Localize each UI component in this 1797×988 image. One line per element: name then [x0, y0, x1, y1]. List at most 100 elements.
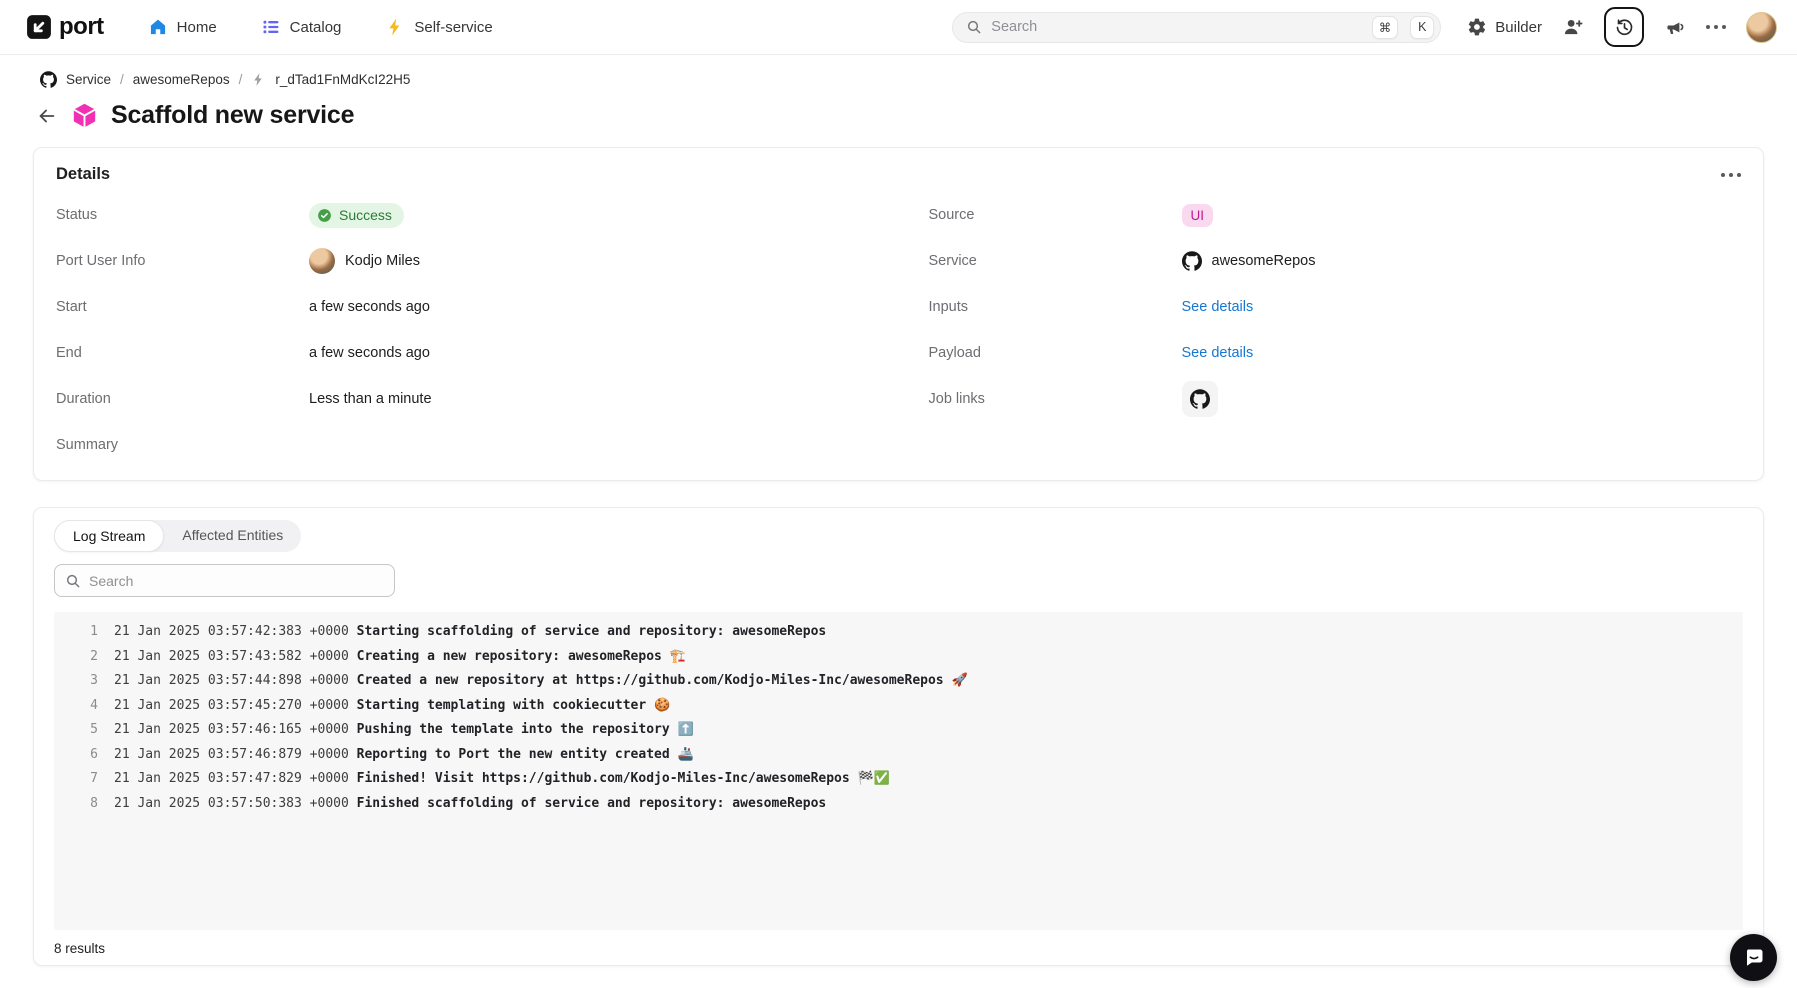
- details-left-column: Status Success Port User Info Kodjo Mile…: [56, 192, 869, 468]
- log-timestamp: 21 Jan 2025 03:57:46:165 +0000: [114, 718, 349, 743]
- log-timestamp: 21 Jan 2025 03:57:44:898 +0000: [114, 669, 349, 694]
- catalog-icon: [261, 17, 281, 37]
- log-line-number: 6: [54, 743, 98, 768]
- search-input[interactable]: [991, 19, 1360, 35]
- log-line: 1 21 Jan 2025 03:57:42:383 +0000 Startin…: [54, 620, 1743, 645]
- log-line: 5 21 Jan 2025 03:57:46:165 +0000 Pushing…: [54, 718, 1743, 743]
- user-avatar[interactable]: [1746, 12, 1777, 43]
- home-icon: [148, 17, 168, 37]
- global-search[interactable]: ⌘ K: [952, 12, 1441, 43]
- breadcrumb-entity[interactable]: awesomeRepos: [133, 72, 230, 87]
- cmd-key: ⌘: [1372, 16, 1399, 39]
- job-link-github-button[interactable]: [1182, 381, 1218, 417]
- log-line: 6 21 Jan 2025 03:57:46:879 +0000 Reporti…: [54, 743, 1743, 768]
- log-timestamp: 21 Jan 2025 03:57:50:383 +0000: [114, 792, 349, 817]
- log-message: Finished scaffolding of service and repo…: [357, 792, 827, 817]
- tab-log-stream[interactable]: Log Stream: [54, 520, 164, 552]
- builder-button[interactable]: Builder: [1467, 17, 1542, 37]
- announcements-button[interactable]: [1664, 16, 1686, 38]
- lightning-icon: [385, 17, 405, 37]
- inputs-see-details-link[interactable]: See details: [1182, 299, 1254, 315]
- log-message: Starting templating with cookiecutter 🍪: [357, 694, 671, 719]
- invite-user-icon: [1562, 16, 1584, 38]
- log-line: 3 21 Jan 2025 03:57:44:898 +0000 Created…: [54, 669, 1743, 694]
- detail-row-service: Service awesomeRepos: [929, 238, 1742, 284]
- log-line: 7 21 Jan 2025 03:57:47:829 +0000 Finishe…: [54, 767, 1743, 792]
- log-line: 8 21 Jan 2025 03:57:50:383 +0000 Finishe…: [54, 792, 1743, 817]
- log-stream-output[interactable]: 1 21 Jan 2025 03:57:42:383 +0000 Startin…: [54, 612, 1743, 930]
- log-timestamp: 21 Jan 2025 03:57:45:270 +0000: [114, 694, 349, 719]
- builder-label: Builder: [1495, 19, 1542, 36]
- breadcrumb: Service / awesomeRepos / r_dTad1FnMdKcI2…: [40, 71, 1797, 88]
- history-icon: [1614, 17, 1635, 38]
- detail-row-start: Start a few seconds ago: [56, 284, 869, 330]
- more-options-button[interactable]: [1706, 25, 1726, 29]
- source-badge: UI: [1182, 204, 1214, 227]
- runs-history-button[interactable]: [1604, 7, 1644, 47]
- log-line-number: 8: [54, 792, 98, 817]
- detail-row-duration: Duration Less than a minute: [56, 376, 869, 422]
- title-row: Scaffold new service: [36, 101, 1797, 130]
- search-icon: [966, 19, 982, 35]
- nav-item-home[interactable]: Home: [148, 17, 217, 37]
- detail-row-user: Port User Info Kodjo Miles: [56, 238, 869, 284]
- detail-row-status: Status Success: [56, 192, 869, 238]
- megaphone-icon: [1664, 16, 1686, 38]
- invite-user-button[interactable]: [1562, 16, 1584, 38]
- service-link[interactable]: awesomeRepos: [1212, 253, 1316, 269]
- chat-launcher-button[interactable]: [1730, 934, 1777, 981]
- log-line-number: 5: [54, 718, 98, 743]
- check-circle-icon: [316, 207, 333, 224]
- details-heading: Details: [56, 165, 110, 184]
- detail-row-job-links: Job links: [929, 376, 1742, 422]
- detail-row-end: End a few seconds ago: [56, 330, 869, 376]
- log-line-number: 4: [54, 694, 98, 719]
- breadcrumb-separator: /: [239, 72, 243, 87]
- log-timestamp: 21 Jan 2025 03:57:47:829 +0000: [114, 767, 349, 792]
- k-key: K: [1410, 16, 1434, 39]
- tab-affected-entities[interactable]: Affected Entities: [164, 520, 301, 552]
- log-message: Creating a new repository: awesomeRepos …: [357, 645, 686, 670]
- log-line: 4 21 Jan 2025 03:57:45:270 +0000 Startin…: [54, 694, 1743, 719]
- back-button[interactable]: [36, 105, 58, 127]
- log-message: Starting scaffolding of service and repo…: [357, 620, 827, 645]
- log-line-number: 2: [54, 645, 98, 670]
- details-more-button[interactable]: [1721, 173, 1741, 177]
- details-right-column: Source UI Service awesomeRepos Inputs Se…: [929, 192, 1742, 468]
- port-user-avatar: [309, 248, 335, 274]
- gear-icon: [1467, 17, 1487, 37]
- breadcrumb-run-id: r_dTad1FnMdKcI22H5: [275, 72, 410, 87]
- port-logo-icon: [26, 14, 52, 40]
- nav-item-label: Home: [177, 19, 217, 36]
- log-message: Reporting to Port the new entity created…: [357, 743, 694, 768]
- search-icon: [65, 573, 81, 589]
- top-nav: port Home Catalog Self-service ⌘ K Bui: [0, 0, 1797, 55]
- nav-item-self-service[interactable]: Self-service: [385, 17, 492, 37]
- log-timestamp: 21 Jan 2025 03:57:43:582 +0000: [114, 645, 349, 670]
- breadcrumb-separator: /: [120, 72, 124, 87]
- run-lightning-icon: [251, 72, 266, 87]
- log-card: Log Stream Affected Entities 1 21 Jan 20…: [33, 507, 1764, 966]
- nav-item-label: Catalog: [290, 19, 342, 36]
- nav-item-label: Self-service: [414, 19, 492, 36]
- detail-row-source: Source UI: [929, 192, 1742, 238]
- breadcrumb-service[interactable]: Service: [66, 72, 111, 87]
- payload-see-details-link[interactable]: See details: [1182, 345, 1254, 361]
- port-logo[interactable]: port: [26, 13, 104, 41]
- log-line: 2 21 Jan 2025 03:57:43:582 +0000 Creatin…: [54, 645, 1743, 670]
- detail-row-inputs: Inputs See details: [929, 284, 1742, 330]
- logo-text: port: [59, 13, 104, 41]
- detail-row-payload: Payload See details: [929, 330, 1742, 376]
- log-timestamp: 21 Jan 2025 03:57:46:879 +0000: [114, 743, 349, 768]
- log-search[interactable]: [54, 564, 395, 597]
- github-icon: [1182, 251, 1202, 271]
- log-message: Finished! Visit https://github.com/Kodjo…: [357, 767, 890, 792]
- page-title: Scaffold new service: [111, 101, 354, 130]
- log-tabs: Log Stream Affected Entities: [54, 520, 301, 552]
- log-line-number: 1: [54, 620, 98, 645]
- nav-right-group: Builder: [1467, 7, 1777, 47]
- nav-item-catalog[interactable]: Catalog: [261, 17, 342, 37]
- action-cube-icon: [71, 102, 98, 129]
- log-search-input[interactable]: [89, 573, 384, 589]
- github-icon: [1190, 389, 1210, 409]
